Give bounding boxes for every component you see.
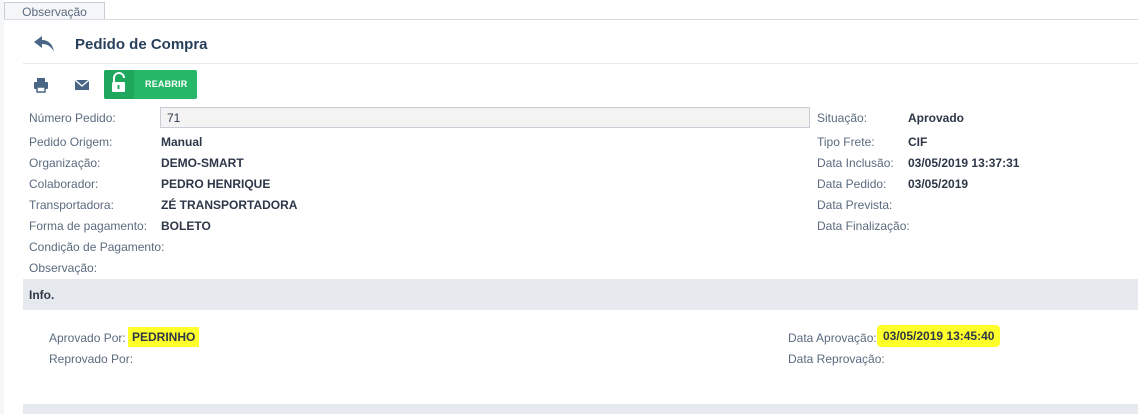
data-inclusao-value: 03/05/2019 13:37:31: [908, 156, 1020, 170]
print-icon[interactable]: [33, 77, 49, 93]
aprovado-por-label: Aprovado Por:: [49, 331, 126, 345]
organizacao-value: DEMO-SMART: [161, 156, 244, 170]
tipo-frete-label: Tipo Frete:: [817, 135, 875, 149]
organizacao-label: Organização:: [29, 156, 101, 170]
numero-pedido-label: Número Pedido:: [29, 111, 116, 125]
info-title: Info.: [29, 288, 55, 302]
header-divider: [23, 63, 1138, 64]
situacao-label: Situação:: [817, 111, 868, 125]
aprovado-por-value: PEDRINHO: [128, 327, 200, 347]
left-strip: [0, 0, 4, 414]
pedido-origem-value: Manual: [161, 135, 203, 149]
page-title: Pedido de Compra: [75, 36, 208, 53]
forma-pagamento-label: Forma de pagamento:: [29, 219, 148, 233]
data-finalizacao-label: Data Finalização:: [817, 219, 910, 233]
tipo-frete-value: CIF: [908, 135, 928, 149]
transportadora-label: Transportadora:: [29, 198, 114, 212]
next-section-header: [23, 404, 1138, 414]
forma-pagamento-value: BOLETO: [161, 219, 211, 233]
back-arrow-icon[interactable]: [33, 35, 55, 53]
situacao-value: Aprovado: [908, 111, 965, 125]
data-pedido-value: 03/05/2019: [908, 177, 969, 191]
tab-observacao[interactable]: Observação: [4, 2, 105, 20]
data-pedido-label: Data Pedido:: [817, 177, 887, 191]
condicao-pagamento-label: Condição de Pagamento:: [29, 240, 165, 254]
data-prevista-label: Data Prevista:: [817, 198, 893, 212]
data-inclusao-label: Data Inclusão:: [817, 156, 894, 170]
info-section-header: Info.: [23, 279, 1138, 310]
pedido-origem-label: Pedido Origem:: [29, 135, 113, 149]
mail-icon[interactable]: [75, 79, 89, 91]
tab-divider: [4, 19, 1138, 20]
data-aprovacao-value: 03/05/2019 13:45:40: [877, 325, 1001, 347]
colaborador-value: PEDRO HENRIQUE: [161, 177, 271, 191]
unlock-icon: [112, 72, 125, 92]
data-aprovacao-label: Data Aprovação:: [788, 331, 877, 345]
observacao-label: Observação:: [29, 261, 98, 275]
colaborador-label: Colaborador:: [29, 177, 99, 191]
reprovado-por-label: Reprovado Por:: [49, 352, 134, 366]
reopen-button[interactable]: REABRIR: [104, 70, 197, 99]
transportadora-value: ZÉ TRANSPORTADORA: [161, 198, 298, 212]
page: Observação Pedido de Compra REABRIR Núme…: [0, 0, 1138, 414]
lock-container: [104, 70, 134, 99]
data-reprovacao-label: Data Reprovação:: [788, 352, 885, 366]
numero-pedido-field[interactable]: 71: [160, 107, 810, 128]
reopen-label: REABRIR: [145, 79, 188, 89]
